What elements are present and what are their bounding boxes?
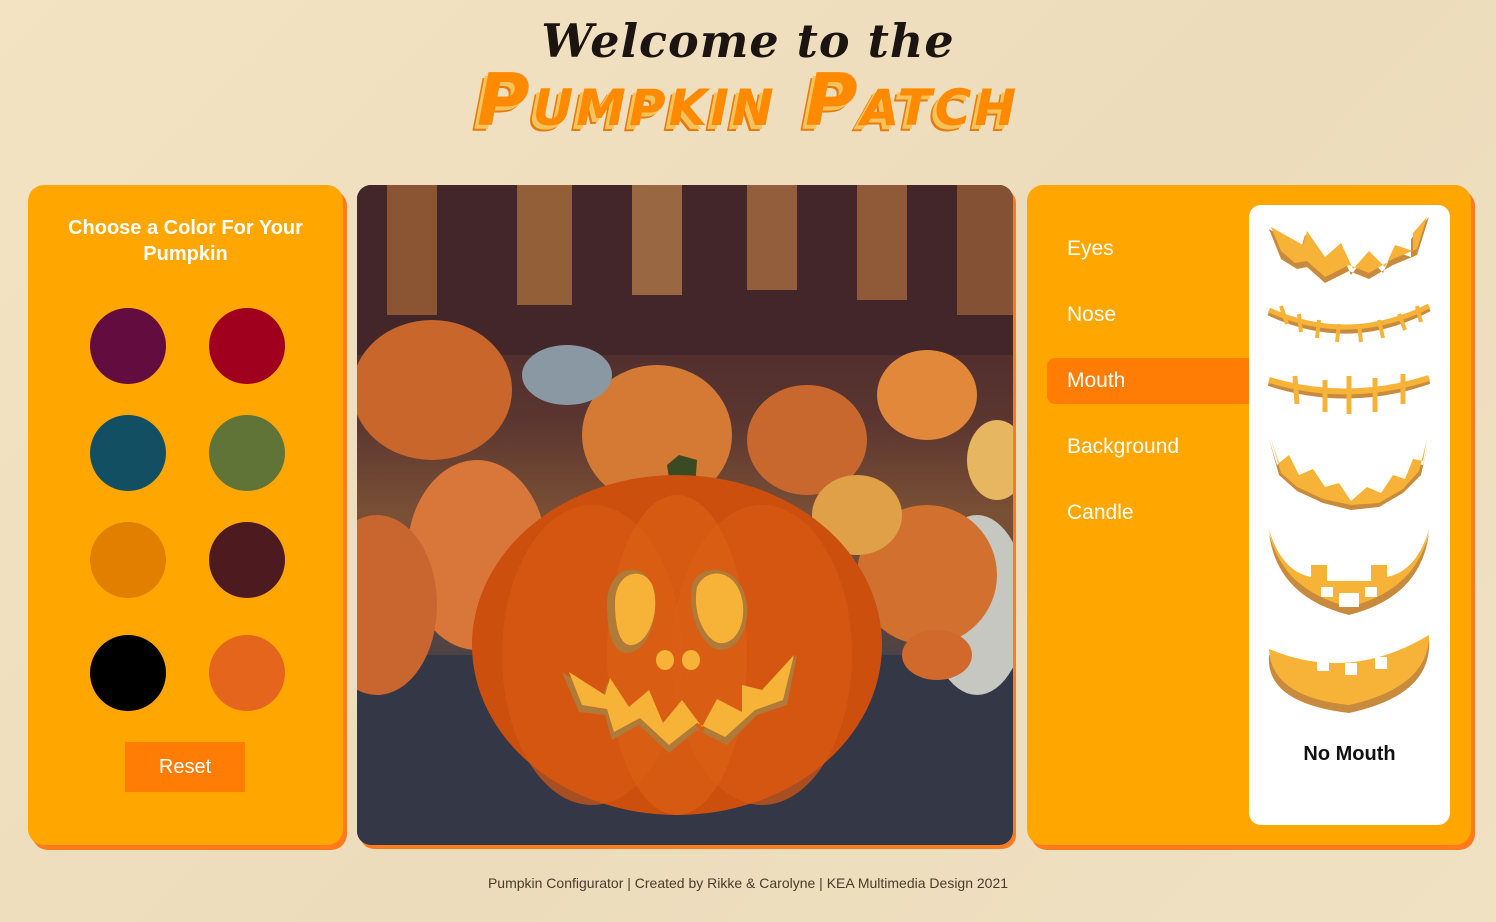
page-title: Pumpkin Patch — [476, 58, 1020, 142]
jagged-mouth-icon[interactable] — [1267, 215, 1431, 283]
pumpkin-preview — [357, 185, 1013, 845]
menu-item-mouth[interactable]: Mouth — [1047, 358, 1253, 404]
color-swatch-black[interactable] — [90, 635, 166, 711]
menu-item-nose[interactable]: Nose — [1047, 292, 1253, 338]
color-swatch-amber[interactable] — [90, 522, 166, 598]
color-swatch-plum[interactable] — [90, 308, 166, 384]
reset-button[interactable]: Reset — [125, 742, 245, 792]
page-header: Welcome to the Pumpkin Patch — [0, 0, 1496, 170]
color-swatch-orange[interactable] — [209, 635, 285, 711]
mouth-options-list: No Mouth — [1249, 205, 1450, 825]
color-swatch-teal[interactable] — [90, 415, 166, 491]
color-panel-heading: Choose a Color For Your Pumpkin — [68, 217, 303, 265]
wide-teeth-grin-icon[interactable] — [1267, 635, 1431, 715]
zigzag-smile-icon[interactable] — [1267, 435, 1431, 510]
color-swatch-crimson[interactable] — [209, 308, 285, 384]
menu-item-eyes[interactable]: Eyes — [1047, 226, 1253, 272]
color-swatch-maroon[interactable] — [209, 522, 285, 598]
stitched-smile-icon[interactable] — [1267, 300, 1431, 352]
pumpkin-scene — [357, 185, 1013, 845]
footer-credits: Pumpkin Configurator | Created by Rikke … — [487, 875, 1009, 891]
menu-item-background[interactable]: Background — [1047, 424, 1253, 470]
block-teeth-grin-icon[interactable] — [1267, 527, 1431, 617]
no-mouth-option[interactable]: No Mouth — [1249, 743, 1450, 766]
stitched-line-icon[interactable] — [1267, 370, 1431, 420]
menu-item-candle[interactable]: Candle — [1047, 490, 1253, 536]
color-panel: Choose a Color For Your Pumpkin Reset — [28, 185, 343, 845]
feature-panel: Eyes Nose Mouth Background Candle No Mou… — [1027, 185, 1471, 845]
color-swatch-olive[interactable] — [209, 415, 285, 491]
